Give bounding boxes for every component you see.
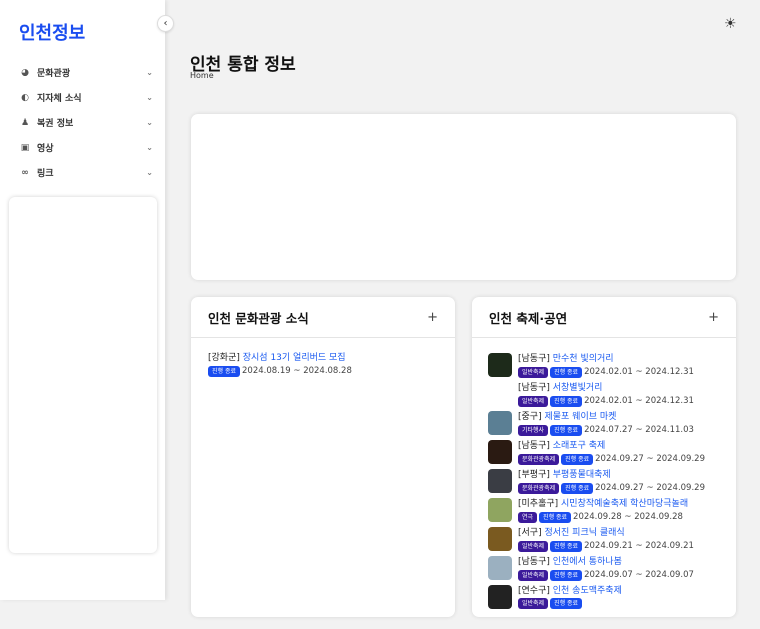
sidebar-item[interactable]: ♟ 복권 정보 ⌄ — [19, 110, 153, 135]
date-range: 2024.09.28 ~ 2024.09.28 — [573, 512, 683, 522]
list-item[interactable]: [남동구] 소래포구 축제문화관광축제 진행 종료 2024.09.27 ~ 202… — [488, 440, 720, 469]
date-range: 2024.02.01 ~ 2024.12.31 — [584, 367, 694, 377]
status-badge: 진행 종료 — [550, 541, 583, 552]
thumbnail-image — [488, 411, 512, 435]
item-title-link[interactable]: 제물포 웨이브 마켓 — [544, 412, 616, 422]
menu-icon: ♟ — [20, 117, 30, 128]
more-plus-icon[interactable]: + — [427, 310, 438, 325]
sidebar-item-label: 지자체 소식 — [37, 94, 82, 104]
list-item[interactable]: [서구] 정서진 피크닉 클래식일반축제 진행 종료 2024.09.21 ~ 20… — [488, 527, 720, 556]
item-title-link[interactable]: 부평풍물대축제 — [553, 470, 611, 480]
category-badge: 일반축제 — [518, 541, 549, 552]
thumbnail-image — [488, 585, 512, 609]
sidebar-item[interactable]: ◐ 지자체 소식 ⌄ — [19, 85, 153, 110]
status-badge: 진행 종료 — [550, 396, 583, 407]
menu-icon: ∞ — [21, 167, 29, 178]
region: [남동구] — [518, 354, 550, 364]
chevron-down-icon: ⌄ — [146, 93, 153, 102]
date-range: 2024.09.07 ~ 2024.09.07 — [584, 570, 694, 580]
list-item[interactable]: [미추홀구] 시민창작예술축제 학산마당극놀래연극 진행 종료 2024.09.28… — [488, 498, 720, 527]
chevron-down-icon: ⌄ — [146, 143, 153, 152]
category-badge: 일반축제 — [518, 396, 549, 407]
status-badge: 진행 종료 — [550, 570, 583, 581]
sidebar-menu: ◕ 문화관광 ⌄ ◐ 지자체 소식 ⌄ ♟ 복권 정보 ⌄ ▣ 영상 ⌄ ∞ 링크 ⌄ — [19, 60, 153, 185]
culture-news-card: 인천 문화관광 소식 + [강화군] 장시섬 13기 얼리버드 모집 진행 종료 20… — [191, 297, 455, 617]
status-badge: 진행 종료 — [550, 367, 583, 378]
breadcrumb[interactable]: Home — [190, 71, 214, 80]
item-title-link[interactable]: 인천에서 통하나봄 — [553, 557, 622, 567]
menu-icon: ▣ — [20, 142, 30, 153]
chevron-down-icon: ⌄ — [146, 168, 153, 177]
sidebar-panel — [9, 197, 157, 553]
category-badge: 일반축제 — [518, 570, 549, 581]
sidebar: 인천정보 ◕ 문화관광 ⌄ ◐ 지자체 소식 ⌄ ♟ 복권 정보 ⌄ ▣ 영상 ⌄ ∞ 링크 ⌄ — [0, 0, 165, 600]
banner-card — [191, 114, 736, 280]
region: [강화군] — [208, 353, 240, 363]
sidebar-item-label: 복권 정보 — [37, 119, 74, 129]
thumbnail-image — [488, 527, 512, 551]
list-item[interactable]: [중구] 제물포 웨이브 마켓기타행사 진행 종료 2024.07.27 ~ 202… — [488, 411, 720, 440]
item-title-link[interactable]: 장시섬 13기 얼리버드 모집 — [243, 353, 346, 363]
menu-icon: ◐ — [21, 92, 29, 103]
sidebar-item-label: 문화관광 — [37, 69, 71, 79]
list-item[interactable]: [부평구] 부평풍물대축제문화관광축제 진행 종료 2024.09.27 ~ 202… — [488, 469, 720, 498]
list-item[interactable]: [남동구] 만수천 빛의거리일반축제 진행 종료 2024.02.01 ~ 2024… — [488, 353, 720, 382]
category-badge: 일반축제 — [518, 367, 549, 378]
category-badge: 기타행사 — [518, 425, 549, 436]
theme-toggle-icon[interactable]: ☀ — [724, 16, 737, 32]
region: [남동구] — [518, 441, 550, 451]
logo[interactable]: 인천정보 — [19, 19, 85, 45]
chevron-down-icon: ⌄ — [146, 118, 153, 127]
region: [중구] — [518, 412, 542, 422]
item-title-link[interactable]: 시민창작예술축제 학산마당극놀래 — [561, 499, 688, 509]
list-item[interactable]: [남동구] 서창별빛거리일반축제 진행 종료 2024.02.01 ~ 2024.1… — [488, 382, 720, 411]
region: [부평구] — [518, 470, 550, 480]
region: [연수구] — [518, 586, 550, 596]
item-title-link[interactable]: 서창별빛거리 — [553, 383, 603, 393]
category-badge: 문화관광축제 — [518, 454, 560, 465]
item-title-link[interactable]: 만수천 빛의거리 — [553, 354, 614, 364]
date-range: 2024.02.01 ~ 2024.12.31 — [584, 396, 694, 406]
status-badge: 진행 종료 — [208, 366, 240, 377]
status-badge: 진행 종료 — [561, 483, 594, 494]
category-badge: 연극 — [518, 512, 538, 523]
list-item[interactable]: [강화군] 장시섬 13기 얼리버드 모집 진행 종료 2024.08.19 ~ 2… — [208, 352, 438, 378]
status-badge: 진행 종료 — [561, 454, 594, 465]
menu-icon: ◕ — [21, 67, 29, 78]
date-range: 2024.08.19 ~ 2024.08.28 — [242, 366, 352, 376]
chevron-down-icon: ⌄ — [146, 68, 153, 77]
thumbnail-image — [488, 498, 512, 522]
more-plus-icon[interactable]: + — [708, 310, 719, 325]
thumbnail-image — [488, 556, 512, 580]
region: [남동구] — [518, 383, 550, 393]
date-range: 2024.07.27 ~ 2024.11.03 — [584, 425, 694, 435]
item-title-link[interactable]: 정서진 피크닉 클래식 — [544, 528, 624, 538]
sidebar-item-label: 링크 — [37, 169, 54, 179]
collapse-sidebar-button[interactable]: ‹ — [157, 15, 174, 32]
status-badge: 진행 종료 — [539, 512, 572, 523]
category-badge: 문화관광축제 — [518, 483, 560, 494]
date-range: 2024.09.27 ~ 2024.09.29 — [595, 483, 705, 493]
region: [서구] — [518, 528, 542, 538]
item-title-link[interactable]: 인천 송도맥주축제 — [553, 586, 622, 596]
sidebar-item[interactable]: ∞ 링크 ⌄ — [19, 160, 153, 185]
thumbnail-image — [488, 353, 512, 377]
card-title: 인천 축제·공연 — [489, 310, 568, 326]
thumbnail-image — [488, 440, 512, 464]
date-range: 2024.09.27 ~ 2024.09.29 — [595, 454, 705, 464]
region: [남동구] — [518, 557, 550, 567]
card-title: 인천 문화관광 소식 — [208, 310, 309, 326]
sidebar-item-label: 영상 — [37, 144, 54, 154]
status-badge: 진행 종료 — [550, 425, 583, 436]
sidebar-item[interactable]: ▣ 영상 ⌄ — [19, 135, 153, 160]
thumbnail-image — [488, 469, 512, 493]
region: [미추홀구] — [518, 499, 559, 509]
thumbnail-image — [488, 382, 512, 406]
sidebar-item[interactable]: ◕ 문화관광 ⌄ — [19, 60, 153, 85]
date-range: 2024.09.21 ~ 2024.09.21 — [584, 541, 694, 551]
item-title-link[interactable]: 소래포구 축제 — [553, 441, 606, 451]
list-item[interactable]: [남동구] 인천에서 통하나봄일반축제 진행 종료 2024.09.07 ~ 202… — [488, 556, 720, 585]
festival-card: 인천 축제·공연 + [남동구] 만수천 빛의거리 일반축제 진행 종료 2024.02… — [472, 297, 736, 617]
